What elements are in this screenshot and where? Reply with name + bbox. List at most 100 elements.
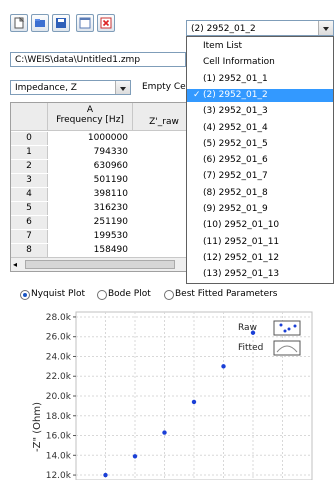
path-field[interactable]: C:\WEIS\data\Untitled1.zmp — [10, 52, 186, 67]
cell-frequency[interactable]: 158490 — [48, 245, 128, 255]
cell-z-raw[interactable]: 1 — [133, 161, 193, 171]
legend-raw-dot — [293, 324, 297, 328]
cell-frequency[interactable]: 1000000 — [48, 133, 128, 143]
open-button[interactable] — [31, 14, 49, 32]
table-row[interactable]: 3 501190 — [11, 174, 196, 187]
dropdown-item[interactable]: (9) 2952_01_9 — [187, 203, 333, 216]
y-tick-label: 20.0k — [46, 392, 72, 402]
row-index: 5 — [11, 202, 48, 215]
table-row[interactable]: 2630960 1 — [11, 160, 196, 173]
cell-z-raw[interactable]: 1 — [133, 203, 193, 213]
data-point — [221, 364, 226, 369]
chevron-down-icon[interactable] — [115, 81, 130, 94]
y-tick-label: 16.0k — [46, 432, 72, 442]
dropdown-item[interactable]: (7) 2952_01_7 — [187, 170, 333, 183]
cell-frequency[interactable]: 630960 — [48, 161, 128, 171]
impedance-select[interactable]: Impedance, Z — [10, 80, 131, 95]
cell-z-raw[interactable]: 1 — [133, 189, 193, 199]
table-row[interactable]: 5316230 1 — [11, 202, 196, 215]
dropdown-item[interactable]: ✓ (2) 2952_01_2 — [187, 88, 333, 102]
table-row[interactable]: 0 1000000 — [11, 132, 196, 145]
data-point — [132, 454, 138, 459]
legend-swatch-fitted — [273, 340, 301, 356]
dropdown-item[interactable]: (10) 2952_01_10 — [187, 219, 333, 232]
checkmark-icon: ✓ — [193, 89, 201, 100]
row-index: 7 — [11, 230, 48, 243]
cell-z-raw[interactable]: 1 — [133, 217, 193, 227]
dropdown-item-label: Item List — [203, 41, 243, 51]
dropdown-item[interactable]: (5) 2952_01_5 — [187, 138, 333, 151]
radio-bode-label: Bode Plot — [108, 289, 151, 299]
cell-frequency[interactable]: 794330 — [48, 147, 128, 157]
y-tick-label: 24.0k — [46, 352, 72, 362]
y-axis-label: -Z" (Ohm) — [32, 402, 43, 452]
legend-swatch-raw — [273, 320, 301, 336]
dropdown-item-label: (11) 2952_01_11 — [203, 236, 280, 247]
dropdown-item[interactable]: Item List — [187, 40, 333, 53]
row-index: 8 — [11, 244, 48, 257]
dropdown-item-label: (8) 2952_01_8 — [203, 187, 268, 198]
dropdown-item[interactable]: (13) 2952_01_13 — [187, 268, 333, 281]
cell-frequency[interactable]: 251190 — [48, 217, 128, 227]
dropdown-item-label: (4) 2952_01_4 — [203, 122, 268, 133]
chevron-down-icon[interactable] — [318, 21, 333, 35]
file-dropdown-list[interactable]: Item List Cell Information (1) 2952_01_1 ✓(… — [186, 36, 334, 284]
data-point — [162, 430, 167, 435]
dropdown-item[interactable]: (12) 2952_01_12 — [187, 252, 333, 265]
dropdown-item-label: (5) 2952_01_5 — [203, 138, 268, 149]
radio-nyquist-label: Nyquist Plot — [31, 289, 86, 299]
dropdown-item-label: (10) 2952_01_10 — [203, 220, 280, 231]
file-select[interactable]: (2) 2952_01_2 — [186, 20, 334, 36]
close-icon — [100, 17, 112, 29]
table-row[interactable]: 8158490 1 — [11, 244, 196, 257]
table-row[interactable]: 6251190 1 — [11, 216, 196, 229]
horizontal-scrollbar[interactable]: ◂ — [11, 257, 196, 271]
legend-raw-dot — [283, 329, 287, 333]
dropdown-item[interactable]: Cell Information — [187, 56, 333, 69]
column-letter-a: A — [86, 105, 94, 115]
legend-label-raw: Raw — [238, 323, 257, 333]
dropdown-item[interactable]: (1) 2952_01_1 — [187, 73, 333, 86]
table-row[interactable]: 7199530 1 — [11, 230, 196, 243]
cell-frequency[interactable]: 501190 — [48, 175, 128, 185]
cell-frequency[interactable]: 398110 — [48, 189, 128, 199]
close-button[interactable] — [97, 14, 115, 32]
cell-frequency[interactable]: 199530 — [48, 231, 128, 241]
cell-z-raw[interactable]: 1 — [133, 231, 193, 241]
new-file-button[interactable] — [10, 14, 28, 32]
dropdown-item[interactable]: (11) 2952_01_11 — [187, 236, 333, 249]
dropdown-item-label: (7) 2952_01_7 — [203, 171, 268, 182]
y-tick-label: 18.0k — [46, 412, 72, 422]
column-title-frequency: Frequency [Hz] — [56, 115, 124, 125]
dropdown-item-label: (2) 2952_01_2 — [203, 89, 268, 100]
table-row[interactable]: 4398110 1 — [11, 188, 196, 201]
save-button[interactable] — [52, 14, 70, 32]
nyquist-chart[interactable]: 28.0k 26.0k 24.0k 22.0k 20.0k 18.0k 16.0k 14.0k… — [0, 300, 336, 480]
data-grid[interactable]: A Frequency [Hz] Z'_raw 0 1000000 1 794330 2… — [10, 102, 197, 272]
scroll-left-icon[interactable]: ◂ — [13, 260, 17, 269]
column-header-a[interactable]: A Frequency [Hz] — [48, 103, 133, 131]
row-index: 6 — [11, 216, 48, 229]
cell-z-raw[interactable]: 1 — [133, 245, 193, 255]
window-icon — [79, 17, 91, 29]
legend-label-fitted: Fitted — [238, 343, 263, 353]
dropdown-item[interactable]: (3) 2952_01_3 — [187, 105, 333, 118]
table-row[interactable]: 1 794330 — [11, 146, 196, 159]
dropdown-item[interactable]: (4) 2952_01_4 — [187, 122, 333, 135]
grid-corner — [11, 103, 48, 131]
window-button[interactable] — [76, 14, 94, 32]
dropdown-item-label: Cell Information — [203, 57, 275, 68]
radio-best-fitted-label: Best Fitted Parameters — [175, 289, 278, 299]
row-index: 4 — [11, 188, 48, 201]
cell-frequency[interactable]: 316230 — [48, 203, 128, 213]
scrollbar-thumb[interactable] — [25, 260, 175, 269]
y-tick-label: 26.0k — [46, 333, 72, 343]
radio-best-fitted[interactable] — [164, 290, 174, 300]
dropdown-item[interactable]: (6) 2952_01_6 — [187, 154, 333, 167]
radio-bode[interactable] — [97, 290, 107, 300]
dropdown-item[interactable]: (8) 2952_01_8 — [187, 187, 333, 200]
dropdown-item-label: (13) 2952_01_13 — [203, 269, 280, 280]
radio-nyquist[interactable] — [20, 290, 30, 300]
dropdown-item-label: (12) 2952_01_12 — [203, 252, 280, 263]
legend-raw-dot — [279, 323, 283, 327]
